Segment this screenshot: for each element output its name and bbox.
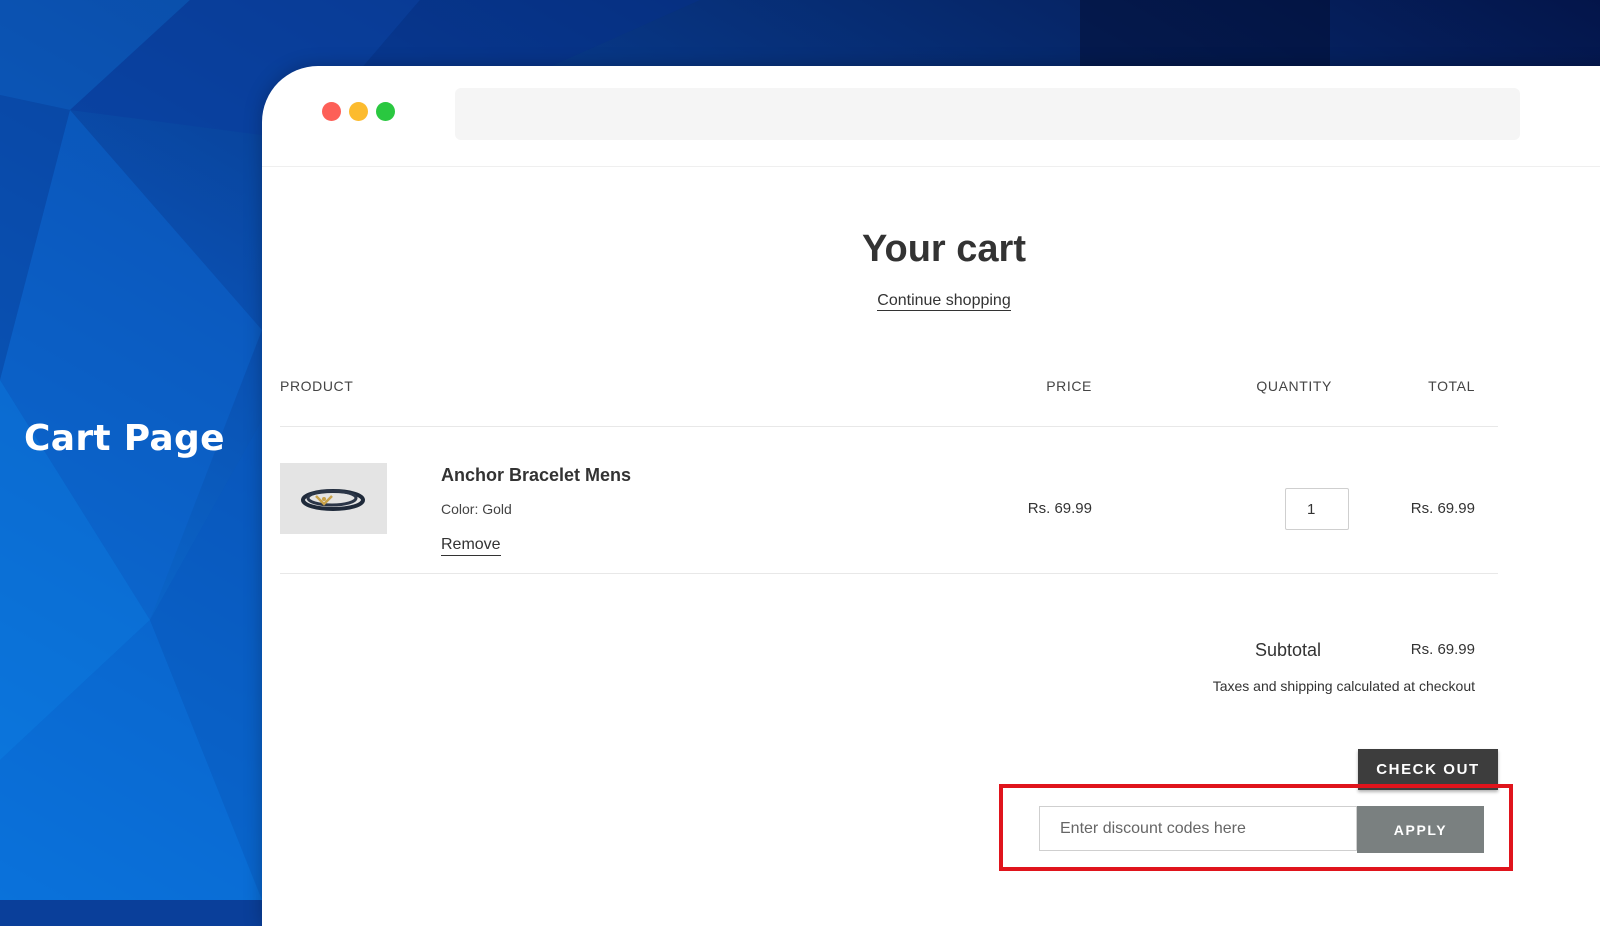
subtotal-label: Subtotal <box>1255 640 1322 660</box>
page-title: Your cart <box>861 228 1026 270</box>
discount-code-input[interactable] <box>1039 806 1357 851</box>
apply-discount-button[interactable]: APPLY <box>1357 806 1484 853</box>
subtotal-value: Rs. 69.99 <box>1410 641 1475 658</box>
browser-titlebar <box>262 66 1600 167</box>
quantity-input[interactable] <box>1285 488 1349 530</box>
item-price: Rs. 69.99 <box>1027 500 1092 517</box>
bracelet-icon <box>280 463 387 534</box>
slide-label: Cart Page <box>24 418 225 459</box>
column-header-price: PRICE <box>1046 378 1092 394</box>
divider <box>280 426 1498 427</box>
product-name[interactable]: Anchor Bracelet Mens <box>441 465 631 486</box>
item-total: Rs. 69.99 <box>1410 500 1475 517</box>
tax-note: Taxes and shipping calculated at checkou… <box>1212 678 1475 694</box>
divider <box>280 573 1498 574</box>
column-header-total: TOTAL <box>1428 378 1475 394</box>
column-header-quantity: QUANTITY <box>1256 378 1332 394</box>
continue-shopping-link[interactable]: Continue shopping <box>877 292 1011 311</box>
minimize-window-button[interactable] <box>349 102 368 121</box>
product-image[interactable] <box>280 463 387 534</box>
remove-item-link[interactable]: Remove <box>441 536 501 556</box>
product-variant: Color: Gold <box>441 501 512 517</box>
maximize-window-button[interactable] <box>376 102 395 121</box>
address-bar[interactable] <box>455 88 1520 140</box>
browser-window: Your cart Continue shopping PRODUCT PRIC… <box>262 66 1600 926</box>
close-window-button[interactable] <box>322 102 341 121</box>
column-header-product: PRODUCT <box>280 378 354 394</box>
continue-shopping-row: Continue shopping <box>262 292 1600 311</box>
